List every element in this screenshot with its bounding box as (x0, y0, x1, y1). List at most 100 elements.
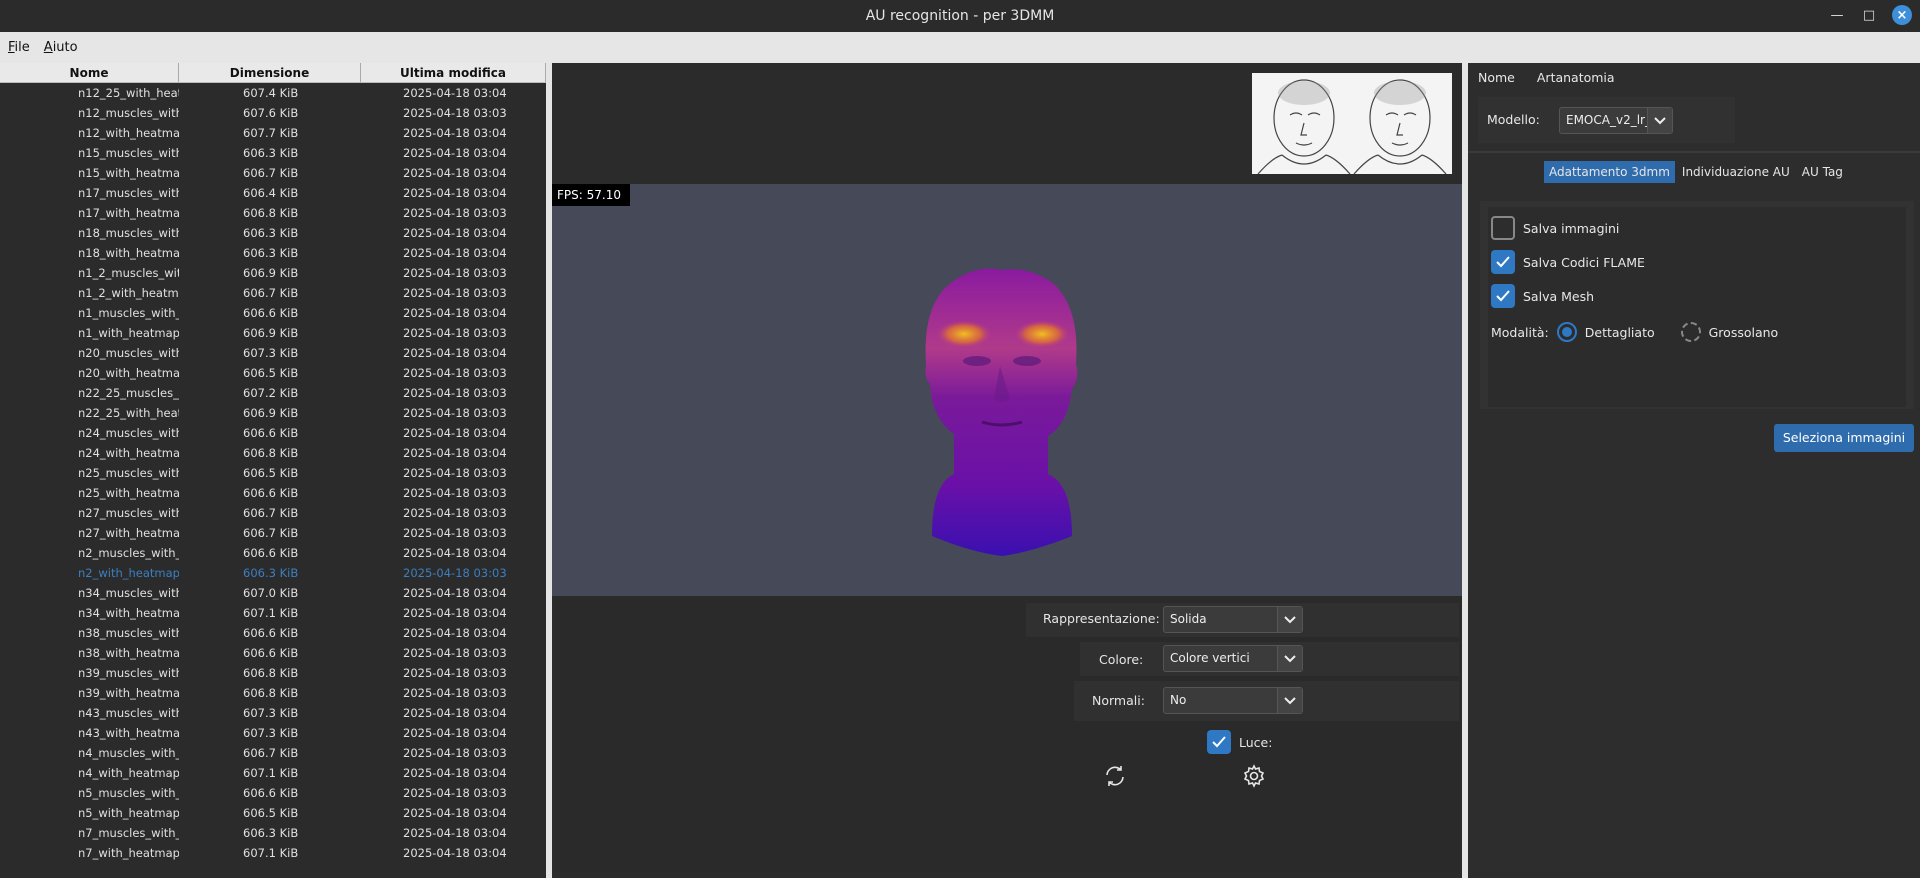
file-date-cell: 2025-04-18 03:03 (403, 266, 507, 280)
save-flame-checkbox[interactable] (1491, 250, 1515, 274)
file-row[interactable]: n4_with_heatmap 607.1 KiB 2025-04-18 03:04 (0, 763, 546, 783)
file-row[interactable]: n27_muscles_with 606.7 KiB 2025-04-18 03:0… (0, 503, 546, 523)
menu-help[interactable]: Aiuto (44, 40, 78, 55)
file-row[interactable]: n12_with_heatma 607.7 KiB 2025-04-18 03:04 (0, 123, 546, 143)
file-row[interactable]: n24_with_heatma 606.8 KiB 2025-04-18 03:04 (0, 443, 546, 463)
file-row[interactable]: n38_muscles_with 606.6 KiB 2025-04-18 03:0… (0, 623, 546, 643)
file-row[interactable]: n15_with_heatma 606.7 KiB 2025-04-18 03:04 (0, 163, 546, 183)
reference-face-image (1252, 73, 1452, 174)
file-row[interactable]: n34_muscles_with 607.0 KiB 2025-04-18 03:0… (0, 583, 546, 603)
file-date-cell: 2025-04-18 03:03 (403, 326, 507, 340)
file-row[interactable]: n38_with_heatma 606.6 KiB 2025-04-18 03:03 (0, 643, 546, 663)
file-size-cell: 606.9 KiB (243, 326, 299, 340)
file-row[interactable]: n25_muscles_with 606.5 KiB 2025-04-18 03:0… (0, 463, 546, 483)
file-row[interactable]: n34_with_heatma 607.1 KiB 2025-04-18 03:04 (0, 603, 546, 623)
file-date-cell: 2025-04-18 03:04 (403, 606, 507, 620)
file-row[interactable]: n18_muscles_with 606.3 KiB 2025-04-18 03:0… (0, 223, 546, 243)
tab-individuazione-au[interactable]: Individuazione AU (1677, 161, 1795, 183)
tab-artanatomia[interactable]: Artanatomia (1537, 70, 1615, 85)
maximize-icon[interactable]: □ (1860, 6, 1878, 24)
reset-view-icon[interactable] (1103, 764, 1127, 788)
file-size-cell: 607.1 KiB (243, 846, 299, 860)
light-label: Luce: (1239, 734, 1273, 750)
file-row[interactable]: n24_muscles_with 606.6 KiB 2025-04-18 03:0… (0, 423, 546, 443)
save-images-label: Salva immagini (1523, 220, 1620, 236)
file-name-cell: n12_25_with_heat (78, 86, 179, 100)
file-row[interactable]: n17_muscles_with 606.4 KiB 2025-04-18 03:0… (0, 183, 546, 203)
file-date-cell: 2025-04-18 03:03 (403, 666, 507, 680)
chevron-down-icon (1647, 108, 1672, 133)
file-row[interactable]: n20_with_heatma 606.5 KiB 2025-04-18 03:03 (0, 363, 546, 383)
save-mesh-option: Salva Mesh (1491, 284, 1594, 308)
representation-select[interactable]: Solida (1163, 606, 1303, 633)
file-row[interactable]: n20_muscles_with 607.3 KiB 2025-04-18 03:0… (0, 343, 546, 363)
file-row[interactable]: n7_with_heatmap 607.1 KiB 2025-04-18 03:04 (0, 843, 546, 863)
file-row[interactable]: n43_with_heatma 607.3 KiB 2025-04-18 03:04 (0, 723, 546, 743)
file-row[interactable]: n12_25_with_heat 607.4 KiB 2025-04-18 03:0… (0, 83, 546, 103)
mode-coarse-radio[interactable] (1680, 322, 1701, 342)
file-name-cell: n27_with_heatma (78, 526, 179, 540)
file-date-cell: 2025-04-18 03:03 (403, 106, 507, 120)
save-mesh-checkbox[interactable] (1491, 284, 1515, 308)
menu-file[interactable]: File (8, 40, 30, 55)
normals-label: Normali: (1092, 693, 1145, 708)
file-size-cell: 606.8 KiB (243, 446, 299, 460)
viewer-panel: FPS: 57.10 Rappresentazione: Solida Colo… (552, 63, 1462, 878)
file-row[interactable]: n43_muscles_with 607.3 KiB 2025-04-18 03:0… (0, 703, 546, 723)
tab-adattamento-3dmm[interactable]: Adattamento 3dmm (1544, 161, 1675, 183)
file-row[interactable]: n15_muscles_with 606.3 KiB 2025-04-18 03:0… (0, 143, 546, 163)
tab-nome[interactable]: Nome (1478, 70, 1515, 85)
file-size-cell: 606.7 KiB (243, 526, 299, 540)
file-size-cell: 606.3 KiB (243, 566, 299, 580)
file-row[interactable]: n2_with_heatmap 606.3 KiB 2025-04-18 03:03 (0, 563, 546, 583)
file-row[interactable]: n22_25_muscles_v 607.2 KiB 2025-04-18 03:0… (0, 383, 546, 403)
viewer-controls: Rappresentazione: Solida Colore: Colore … (556, 601, 1459, 873)
file-date-cell: 2025-04-18 03:04 (403, 226, 507, 240)
normals-select[interactable]: No (1163, 687, 1303, 714)
file-row[interactable]: n39_with_heatma 606.8 KiB 2025-04-18 03:03 (0, 683, 546, 703)
file-row[interactable]: n7_muscles_with_ 606.3 KiB 2025-04-18 03:0… (0, 823, 546, 843)
file-size-cell: 606.7 KiB (243, 286, 299, 300)
column-header-size[interactable]: Dimensione (179, 63, 361, 82)
file-name-cell: n12_muscles_with (78, 106, 179, 120)
file-row[interactable]: n18_with_heatma 606.3 KiB 2025-04-18 03:04 (0, 243, 546, 263)
file-size-cell: 606.3 KiB (243, 226, 299, 240)
file-row[interactable]: n4_muscles_with_ 606.7 KiB 2025-04-18 03:0… (0, 743, 546, 763)
file-size-cell: 607.4 KiB (243, 86, 299, 100)
file-row[interactable]: n27_with_heatma 606.7 KiB 2025-04-18 03:03 (0, 523, 546, 543)
file-row[interactable]: n39_muscles_with 606.8 KiB 2025-04-18 03:0… (0, 663, 546, 683)
file-name-cell: n5_muscles_with_ (78, 786, 179, 800)
file-row[interactable]: n2_muscles_with_ 606.6 KiB 2025-04-18 03:0… (0, 543, 546, 563)
file-row[interactable]: n17_with_heatma 606.8 KiB 2025-04-18 03:03 (0, 203, 546, 223)
select-images-button[interactable]: Seleziona immagini (1774, 424, 1914, 452)
minimize-icon[interactable]: — (1828, 6, 1846, 24)
3d-viewport[interactable] (552, 184, 1462, 596)
column-header-name[interactable]: Nome (0, 63, 179, 82)
file-row[interactable]: n22_25_with_heat 606.9 KiB 2025-04-18 03:0… (0, 403, 546, 423)
file-name-cell: n38_muscles_with (78, 626, 179, 640)
representation-label: Rappresentazione: (1043, 611, 1160, 626)
file-row[interactable]: n1_muscles_with_ 606.6 KiB 2025-04-18 03:0… (0, 303, 546, 323)
column-header-date[interactable]: Ultima modifica (361, 63, 546, 82)
model-select[interactable]: EMOCA_v2_lr_ms (1559, 107, 1673, 134)
header-tabs: Nome Artanatomia (1468, 63, 1920, 91)
representation-row: Rappresentazione: Solida (1026, 603, 1459, 637)
file-row[interactable]: n1_with_heatmap 606.9 KiB 2025-04-18 03:03 (0, 323, 546, 343)
light-checkbox[interactable] (1207, 730, 1231, 754)
file-name-cell: n43_with_heatma (78, 726, 179, 740)
close-icon[interactable]: × (1892, 5, 1912, 25)
file-row[interactable]: n1_2_with_heatm 606.7 KiB 2025-04-18 03:03 (0, 283, 546, 303)
options-panel: Salva immagini Salva Codici FLAME Salva … (1480, 201, 1914, 409)
file-size-cell: 606.6 KiB (243, 306, 299, 320)
color-select[interactable]: Colore vertici (1163, 645, 1303, 672)
tab-au-tag[interactable]: AU Tag (1797, 161, 1848, 183)
file-date-cell: 2025-04-18 03:03 (403, 646, 507, 660)
mode-detailed-radio[interactable] (1556, 322, 1577, 342)
file-row[interactable]: n12_muscles_with 607.6 KiB 2025-04-18 03:0… (0, 103, 546, 123)
save-images-checkbox[interactable] (1491, 216, 1515, 240)
file-row[interactable]: n5_with_heatmap 606.5 KiB 2025-04-18 03:04 (0, 803, 546, 823)
file-row[interactable]: n25_with_heatma 606.6 KiB 2025-04-18 03:03 (0, 483, 546, 503)
gear-icon[interactable] (1242, 764, 1266, 788)
file-row[interactable]: n1_2_muscles_wit 606.9 KiB 2025-04-18 03:0… (0, 263, 546, 283)
file-row[interactable]: n5_muscles_with_ 606.6 KiB 2025-04-18 03:0… (0, 783, 546, 803)
